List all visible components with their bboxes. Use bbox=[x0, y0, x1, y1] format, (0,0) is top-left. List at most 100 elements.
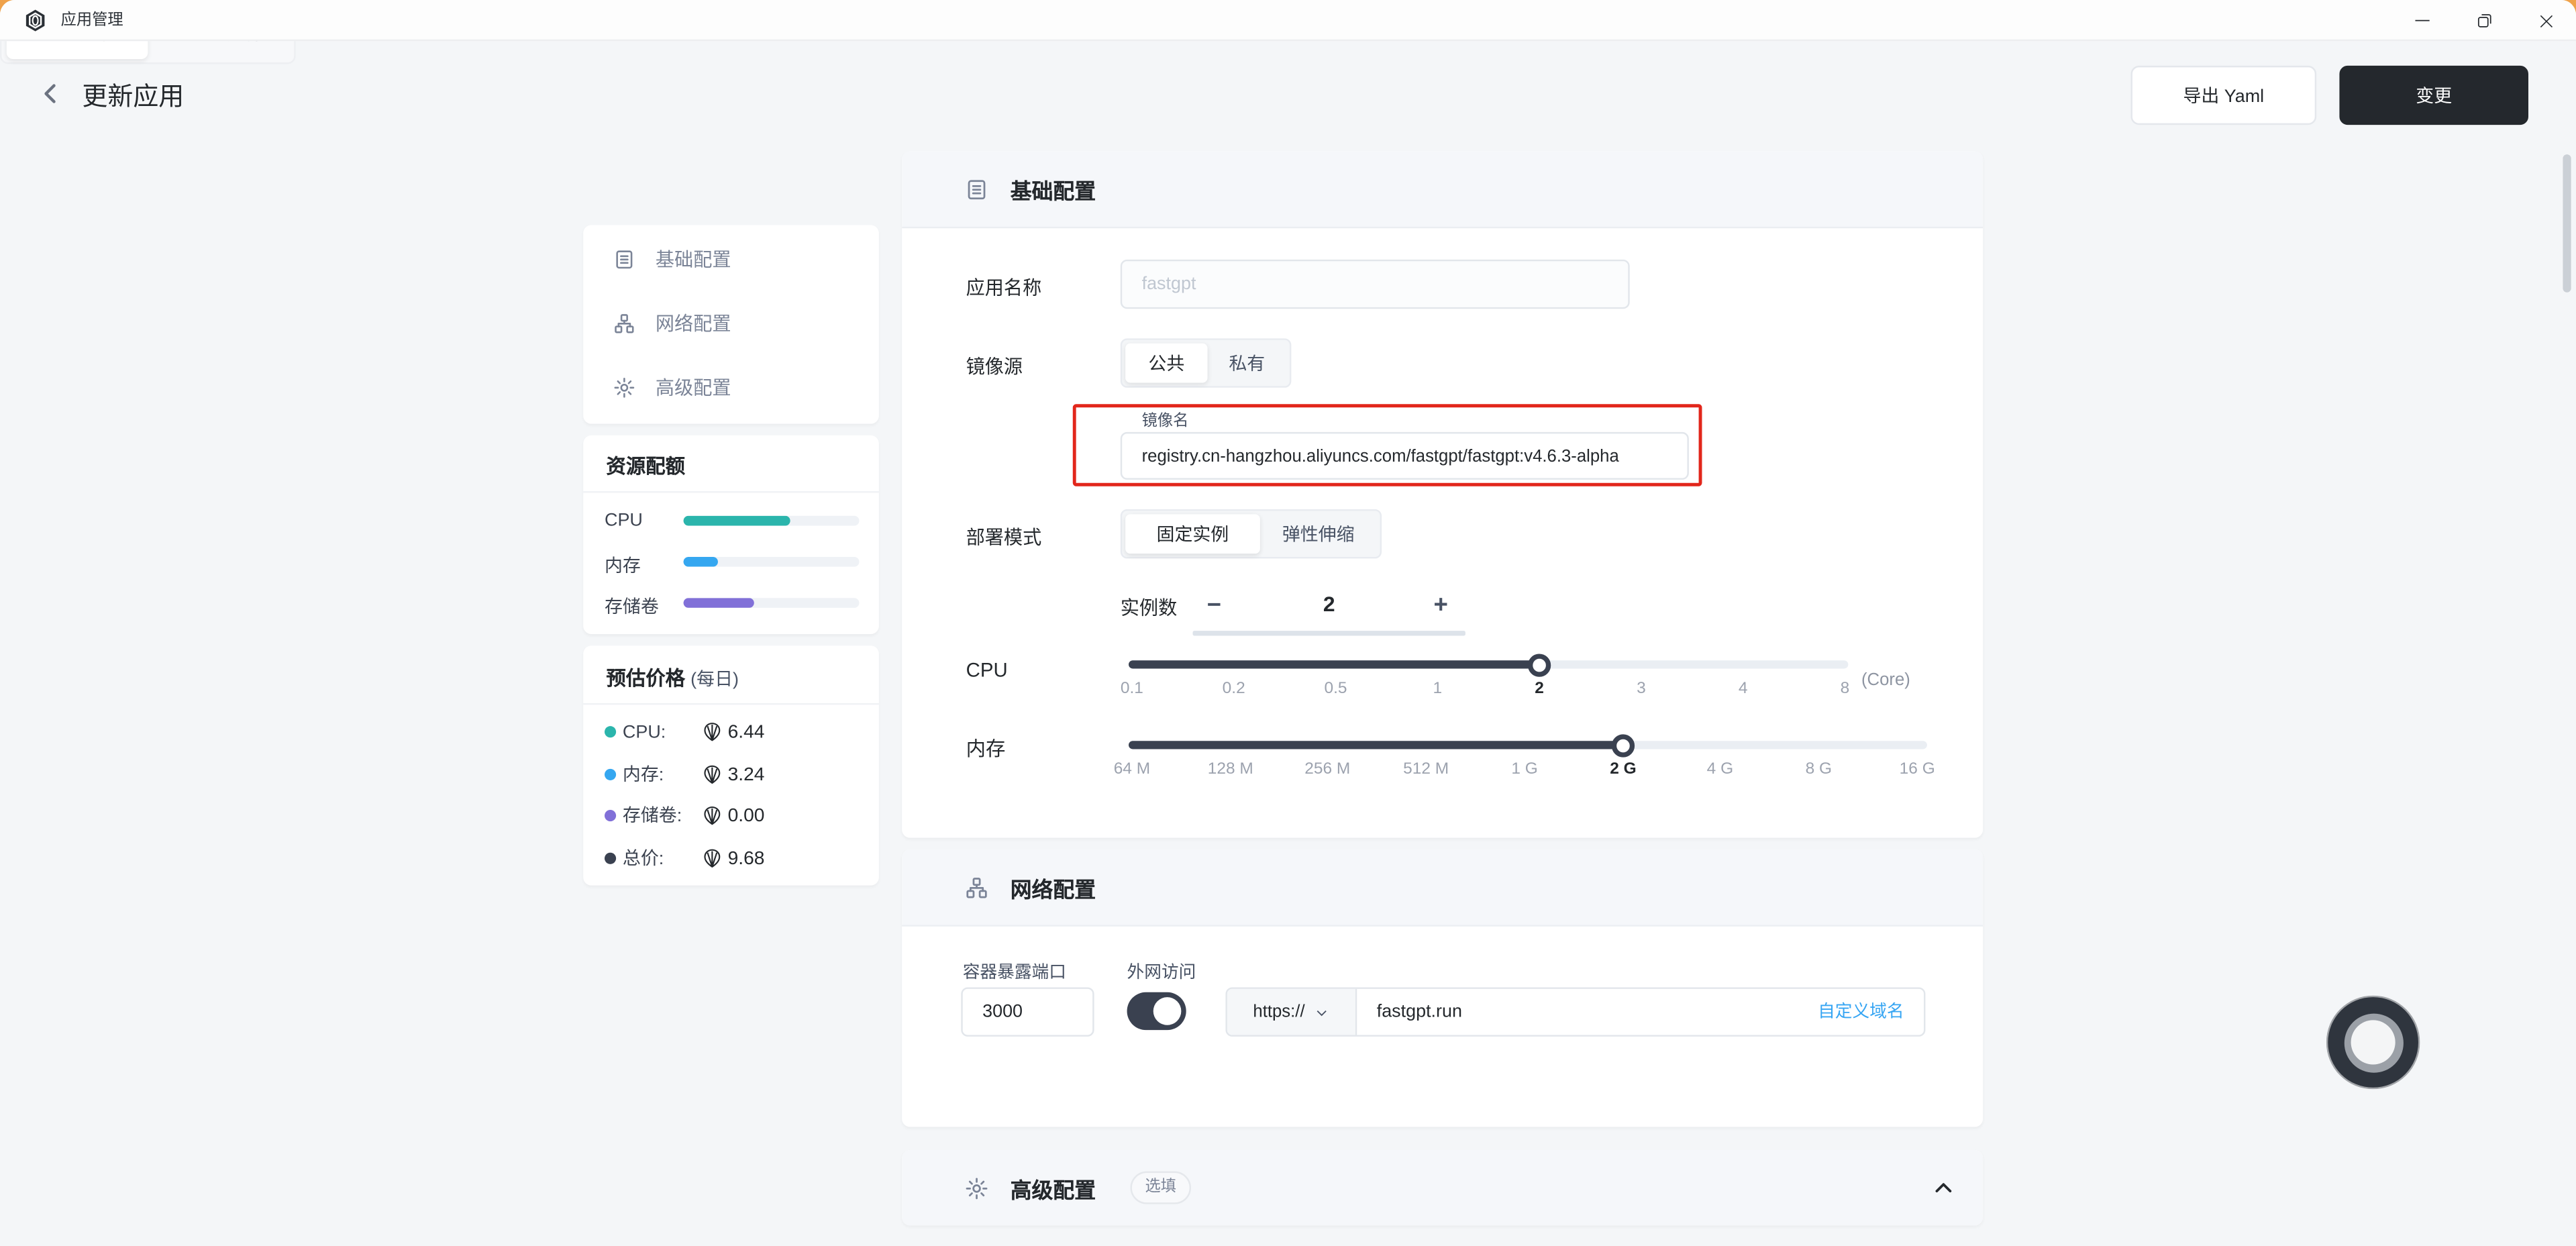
click-indicator bbox=[2326, 996, 2420, 1090]
price-label: 存储卷: bbox=[623, 805, 682, 828]
chevron-up-icon[interactable] bbox=[1932, 1176, 1955, 1199]
storage-color-dot bbox=[605, 810, 616, 821]
memory-slider-track[interactable]: 64 M 128 M 256 M 512 M 1 G 2 G 4 G 8 G 1… bbox=[1129, 741, 1927, 749]
advanced-config-header[interactable]: 高级配置 bbox=[902, 1150, 1983, 1226]
price-row-cpu: CPU: 6.44 bbox=[583, 721, 879, 744]
sidebar-item-network-config[interactable]: 网络配置 bbox=[583, 291, 879, 356]
image-name-label: 镜像名 bbox=[1142, 407, 1189, 430]
section-title: 基础配置 bbox=[1011, 173, 1096, 205]
memory-tick[interactable]: 1 G bbox=[1511, 761, 1537, 779]
cpu-tick[interactable]: 0.2 bbox=[1223, 680, 1245, 698]
app-logo-icon bbox=[23, 8, 48, 33]
quota-bar-cpu bbox=[684, 516, 860, 526]
divider bbox=[583, 703, 879, 705]
cpu-slider-handle[interactable] bbox=[1528, 653, 1551, 676]
cpu-tick[interactable]: 3 bbox=[1637, 680, 1646, 698]
app-name-input[interactable] bbox=[1121, 260, 1630, 309]
price-value: 9.68 bbox=[728, 847, 765, 870]
token-coin-icon bbox=[701, 847, 723, 868]
price-label: 内存: bbox=[623, 763, 664, 786]
external-access-label: 外网访问 bbox=[1127, 959, 1196, 984]
replicas-decrement-button[interactable]: − bbox=[1196, 588, 1232, 625]
memory-tick[interactable]: 64 M bbox=[1114, 761, 1150, 779]
replicas-increment-button[interactable]: + bbox=[1423, 588, 1459, 625]
section-title: 高级配置 bbox=[1011, 1172, 1096, 1204]
memory-tick[interactable]: 16 G bbox=[1900, 761, 1935, 779]
total-color-dot bbox=[605, 851, 616, 863]
quota-bar-storage-fill bbox=[684, 598, 754, 608]
custom-domain-link[interactable]: 自定义域名 bbox=[1818, 989, 1904, 1035]
domain-group: https:// 自定义域名 bbox=[1225, 987, 1925, 1036]
price-label: CPU: bbox=[623, 721, 666, 744]
form-icon bbox=[613, 248, 635, 271]
title-bar: 应用管理 bbox=[0, 0, 2576, 41]
cpu-tick[interactable]: 8 bbox=[1841, 680, 1850, 698]
memory-tick[interactable]: 512 M bbox=[1403, 761, 1449, 779]
memory-tick[interactable]: 4 G bbox=[1707, 761, 1733, 779]
cpu-tick[interactable]: 0.5 bbox=[1324, 680, 1347, 698]
back-button[interactable] bbox=[36, 79, 69, 109]
container-port-input[interactable] bbox=[961, 987, 1094, 1036]
protocol-select[interactable]: https:// bbox=[1227, 989, 1357, 1035]
deploy-mode-autoscale-option[interactable]: 弹性伸缩 bbox=[1260, 514, 1377, 554]
sidebar-item-advanced-config[interactable]: 高级配置 bbox=[583, 355, 879, 421]
cpu-tick[interactable]: 1 bbox=[1433, 680, 1442, 698]
image-name-input[interactable] bbox=[1121, 432, 1689, 480]
quota-label-storage: 存储卷 bbox=[605, 593, 659, 619]
memory-tick[interactable]: 256 M bbox=[1304, 761, 1350, 779]
deploy-mode-segment: 固定实例 弹性伸缩 bbox=[1121, 509, 1382, 558]
network-config-header: 网络配置 bbox=[902, 849, 1983, 927]
click-indicator-center bbox=[2351, 1020, 2395, 1064]
divider bbox=[583, 491, 879, 492]
sidebar-item-basic-config[interactable]: 基础配置 bbox=[583, 227, 879, 293]
price-label: 总价: bbox=[623, 847, 664, 870]
deploy-mode-fixed-option[interactable]: 固定实例 bbox=[1125, 514, 1260, 554]
quota-label-memory: 内存 bbox=[605, 552, 641, 578]
image-source-private-option[interactable]: 私有 bbox=[1208, 344, 1287, 383]
quota-bar-storage bbox=[684, 598, 860, 608]
cpu-tick-selected[interactable]: 2 bbox=[1535, 680, 1544, 698]
cpu-tick[interactable]: 4 bbox=[1739, 680, 1748, 698]
memory-slider-handle[interactable] bbox=[1612, 733, 1635, 756]
external-access-toggle[interactable] bbox=[1127, 992, 1186, 1030]
basic-config-card: 基础配置 应用名称 镜像源 公共 私有 镜像名 部署模式 固定实例 弹性伸缩 实… bbox=[902, 151, 1983, 837]
deploy-mode-label: 部署模式 bbox=[966, 524, 1042, 550]
sidebar-item-label: 高级配置 bbox=[656, 374, 731, 401]
apply-change-button[interactable]: 变更 bbox=[2339, 66, 2528, 125]
price-value: 6.44 bbox=[728, 721, 765, 744]
domain-input[interactable] bbox=[1357, 989, 1735, 1035]
token-coin-icon bbox=[701, 805, 723, 827]
back-chevron-icon bbox=[36, 79, 66, 109]
estimated-price-card: 预估价格 (每日) CPU: 6.44 内存: 3.24 存储卷: 0.00 总… bbox=[583, 645, 879, 885]
memory-tick[interactable]: 8 G bbox=[1806, 761, 1832, 779]
price-row-storage: 存储卷: 0.00 bbox=[583, 805, 879, 828]
network-icon bbox=[964, 875, 989, 900]
price-title: 预估价格 (每日) bbox=[606, 664, 739, 692]
network-config-card: 网络配置 容器暴露端口 外网访问 https:// 自定义域名 + 添加端口 bbox=[902, 849, 1983, 1127]
close-button[interactable] bbox=[2518, 0, 2574, 41]
cpu-unit: (Core) bbox=[1861, 670, 1910, 690]
cpu-tick[interactable]: 0.1 bbox=[1121, 680, 1143, 698]
memory-slider-fill bbox=[1129, 741, 1623, 749]
memory-tick[interactable]: 128 M bbox=[1208, 761, 1253, 779]
sidebar-item-label: 网络配置 bbox=[656, 311, 731, 337]
price-value: 3.24 bbox=[728, 763, 765, 786]
price-row-memory: 内存: 3.24 bbox=[583, 763, 879, 786]
minimize-button[interactable] bbox=[2393, 0, 2449, 41]
image-source-public-option[interactable]: 公共 bbox=[1125, 344, 1207, 383]
toggle-knob bbox=[1153, 997, 1182, 1025]
gear-icon bbox=[613, 376, 635, 399]
close-icon bbox=[2536, 11, 2556, 30]
network-icon bbox=[613, 312, 635, 335]
cpu-slider-track[interactable]: 0.1 0.2 0.5 1 2 3 4 8 bbox=[1129, 660, 1848, 668]
token-coin-icon bbox=[701, 763, 723, 784]
restore-button[interactable] bbox=[2456, 0, 2512, 41]
advanced-config-card: 高级配置 选填 bbox=[902, 1150, 1983, 1226]
vertical-scrollbar[interactable] bbox=[2563, 154, 2571, 293]
export-yaml-button[interactable]: 导出 Yaml bbox=[2130, 66, 2316, 125]
optional-badge: 选填 bbox=[1130, 1172, 1191, 1204]
quota-bar-cpu-fill bbox=[684, 516, 791, 526]
replicas-label: 实例数 bbox=[1121, 594, 1177, 621]
token-coin-icon bbox=[701, 721, 723, 743]
memory-tick-selected[interactable]: 2 G bbox=[1610, 761, 1636, 779]
